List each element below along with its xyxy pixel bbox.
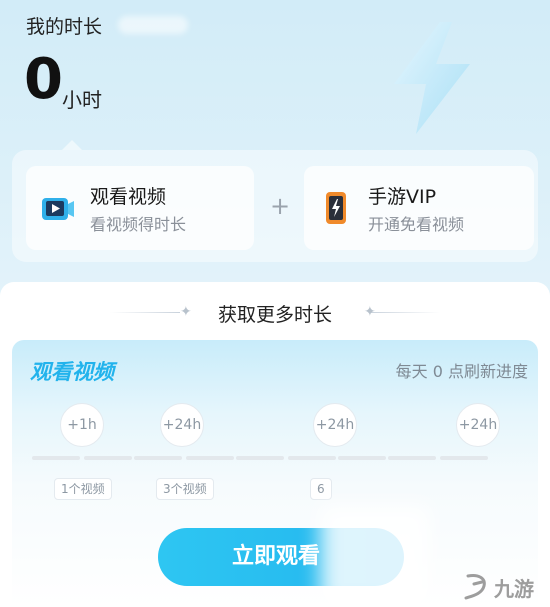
card-title: 手游VIP [368,186,437,208]
card-title: 观看视频 [90,186,167,208]
milestone-reward: +24h [313,403,357,447]
card-subtitle: 看视频得时长 [90,215,187,234]
progress-segment [134,456,182,460]
progress-segment [338,456,386,460]
hours-value: 0 [24,47,63,112]
lightning-bolt-icon [394,22,470,134]
milestone-reward: +24h [456,403,500,447]
progress-segment [84,456,132,460]
pointer-tip [62,140,82,150]
video-play-icon [42,198,74,220]
blurred-user-id [118,16,188,34]
plus-icon: + [270,192,291,220]
milestone-reward: +1h [60,403,104,447]
progress-segment [32,456,80,460]
blur-overlay [320,505,430,607]
milestone-requirement: 6 [310,478,332,500]
milestone-requirement: 3个视频 [156,478,214,500]
progress-segment [288,456,336,460]
watch-video-label: 观看视频 [30,360,114,384]
progress-segment [440,456,488,460]
page-title: 我的时长 [26,16,103,38]
section-heading: 获取更多时长 [217,304,332,326]
milestone-requirement: 1个视频 [54,478,112,500]
card-subtitle: 开通免看视频 [368,215,465,234]
phone-bolt-icon [326,192,346,224]
progress-segment [186,456,234,460]
watermark-text: 九游 [494,577,534,601]
watch-video-card[interactable]: 观看视频 看视频得时长 [26,166,254,250]
reset-note: 每天 0 点刷新进度 [395,362,528,381]
milestone-reward: +24h [160,403,204,447]
progress-segment [388,456,436,460]
mobile-game-vip-card[interactable]: 手游VIP 开通免看视频 [304,166,534,250]
hours-unit: 小时 [62,88,102,112]
progress-segment [236,456,284,460]
